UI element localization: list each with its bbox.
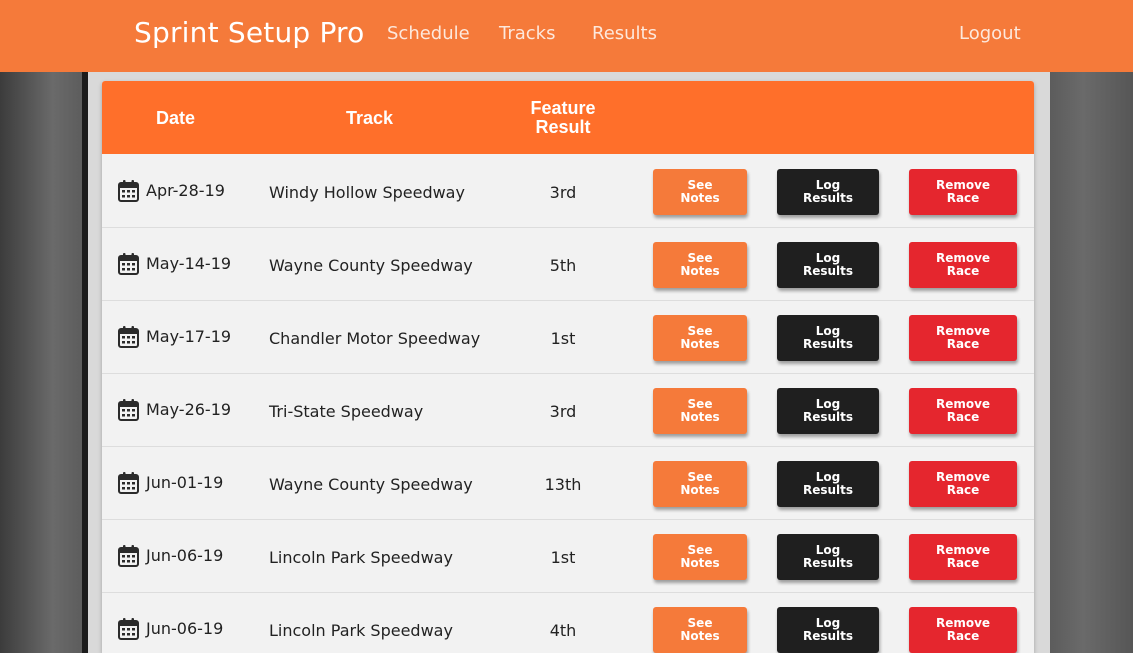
log-results-label-2: Results [802,410,854,424]
remove-race-label-2: Race [946,191,980,205]
feature-result: 13th [544,475,582,494]
logout-link[interactable]: Logout [959,23,1021,44]
see-notes-label-2: Notes [680,629,720,643]
race-date: May-26-19 [146,400,232,419]
background-right [1050,72,1133,653]
remove-race-label-2: Race [946,483,980,497]
nav-results-link[interactable]: Results [592,23,657,44]
race-date: Jun-06-19 [146,619,224,638]
log-results-button[interactable]: Log Results [777,242,879,288]
race-track: Windy Hollow Speedway [269,183,465,202]
races-table: Date Track Feature Result Apr-28-19 Wind… [102,81,1034,653]
calendar-icon [118,545,139,567]
feature-result: 5th [549,256,577,275]
log-results-label-2: Results [802,483,854,497]
log-results-button[interactable]: Log Results [777,169,879,215]
see-notes-button[interactable]: See Notes [653,461,747,507]
header-feature-line2: Result [535,117,591,137]
feature-result: 3rd [549,183,577,202]
log-results-label-2: Results [802,337,854,351]
remove-race-button[interactable]: Remove Race [909,242,1017,288]
race-track: Lincoln Park Speedway [269,621,453,640]
nav-schedule-link[interactable]: Schedule [387,23,470,44]
log-results-button[interactable]: Log Results [777,388,879,434]
header-feature-line1: Feature [530,98,596,118]
see-notes-label-2: Notes [680,483,720,497]
remove-race-label-2: Race [946,264,980,278]
race-track: Wayne County Speedway [269,256,473,275]
race-date: May-17-19 [146,327,232,346]
race-track: Tri-State Speedway [269,402,424,421]
see-notes-label-2: Notes [680,191,720,205]
race-date: Jun-01-19 [146,473,224,492]
feature-result: 4th [549,621,577,640]
remove-race-label-2: Race [946,556,980,570]
log-results-label-2: Results [802,629,854,643]
see-notes-button[interactable]: See Notes [653,534,747,580]
remove-race-button[interactable]: Remove Race [909,388,1017,434]
remove-race-label-2: Race [946,629,980,643]
calendar-icon [118,180,139,202]
race-date: Apr-28-19 [146,181,225,200]
remove-race-label-2: Race [946,337,980,351]
remove-race-button[interactable]: Remove Race [909,169,1017,215]
feature-result: 1st [550,548,576,567]
see-notes-button[interactable]: See Notes [653,388,747,434]
table-row: May-17-19 Chandler Motor Speedway 1st Se… [102,301,1034,374]
see-notes-label-2: Notes [680,410,720,424]
calendar-icon [118,326,139,348]
race-date: Jun-06-19 [146,546,224,565]
table-row: May-14-19 Wayne County Speedway 5th See … [102,228,1034,301]
see-notes-label-2: Notes [680,556,720,570]
calendar-icon [118,472,139,494]
log-results-label-2: Results [802,556,854,570]
log-results-label-2: Results [802,191,854,205]
see-notes-button[interactable]: See Notes [653,169,747,215]
remove-race-button[interactable]: Remove Race [909,461,1017,507]
remove-race-label-2: Race [946,410,980,424]
feature-result: 3rd [549,402,577,421]
table-row: Jun-01-19 Wayne County Speedway 13th See… [102,447,1034,520]
see-notes-label-2: Notes [680,264,720,278]
calendar-icon [118,253,139,275]
header-feature-result: Feature Result [513,99,613,137]
table-row: Apr-28-19 Windy Hollow Speedway 3rd See … [102,155,1034,228]
feature-result: 1st [550,329,576,348]
table-header: Date Track Feature Result [102,81,1034,154]
top-navbar: Sprint Setup Pro Schedule Tracks Results… [0,0,1133,72]
see-notes-button[interactable]: See Notes [653,315,747,361]
see-notes-button[interactable]: See Notes [653,607,747,653]
background-left [0,72,88,653]
see-notes-label-2: Notes [680,337,720,351]
header-date: Date [156,108,196,128]
calendar-icon [118,618,139,640]
see-notes-button[interactable]: See Notes [653,242,747,288]
table-row: Jun-06-19 Lincoln Park Speedway 4th See … [102,593,1034,653]
header-track: Track [346,108,394,128]
brand-logo[interactable]: Sprint Setup Pro [134,16,364,49]
remove-race-button[interactable]: Remove Race [909,534,1017,580]
log-results-label-2: Results [802,264,854,278]
table-row: Jun-06-19 Lincoln Park Speedway 1st See … [102,520,1034,593]
remove-race-button[interactable]: Remove Race [909,315,1017,361]
race-track: Chandler Motor Speedway [269,329,481,348]
race-track: Wayne County Speedway [269,475,473,494]
calendar-icon [118,399,139,421]
race-date: May-14-19 [146,254,232,273]
remove-race-button[interactable]: Remove Race [909,607,1017,653]
table-row: May-26-19 Tri-State Speedway 3rd See Not… [102,374,1034,447]
log-results-button[interactable]: Log Results [777,461,879,507]
log-results-button[interactable]: Log Results [777,315,879,361]
nav-tracks-link[interactable]: Tracks [499,23,555,44]
log-results-button[interactable]: Log Results [777,534,879,580]
race-track: Lincoln Park Speedway [269,548,453,567]
log-results-button[interactable]: Log Results [777,607,879,653]
